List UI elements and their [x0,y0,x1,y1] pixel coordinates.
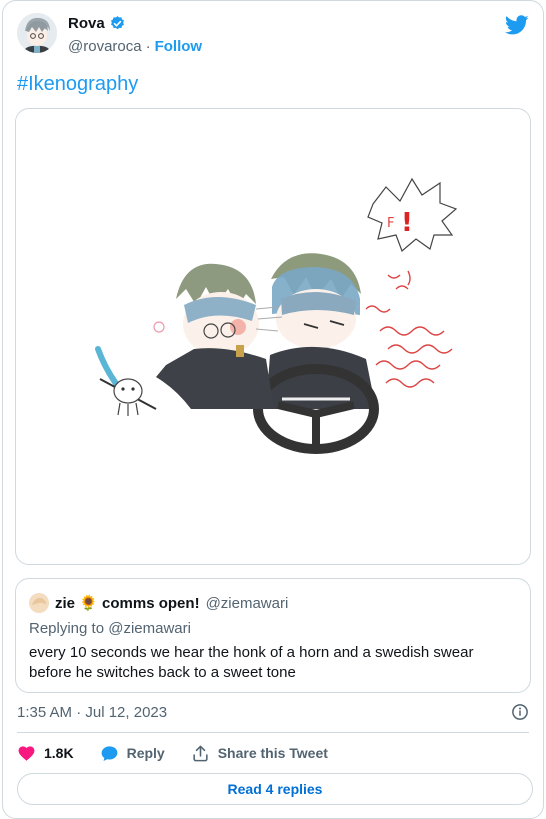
hashtag-link[interactable]: #Ikenography [17,73,138,96]
quoted-tweet-text: every 10 seconds we hear the honk of a h… [29,644,474,681]
quoted-tweet[interactable]: zie 🌻 comms open! @ziemawari Replying to… [15,578,531,693]
illustration-drawing: F ! [95,177,458,454]
reply-label: Reply [126,745,165,761]
action-bar: 1.8K Reply Share this Tweet [17,741,354,765]
quoted-name-part2: comms open! [102,595,200,612]
heart-icon [18,745,35,761]
replying-to: Replying to @ziemawari [29,620,191,637]
share-button[interactable]: Share this Tweet [191,744,328,763]
handle-separator: · [145,38,151,55]
like-count: 1.8K [44,745,74,761]
reply-bubble-icon [101,745,117,761]
quoted-author-name[interactable]: zie 🌻 comms open! [55,594,200,612]
sfx-exclamation: ! [401,208,413,238]
divider [17,732,529,733]
quoted-author-handle[interactable]: @ziemawari [206,595,289,612]
sunflower-emoji: 🌻 [79,595,98,612]
quoted-author-avatar[interactable] [29,593,49,613]
author-handle[interactable]: @rovaroca [68,38,142,55]
like-button[interactable]: 1.8K [17,744,74,763]
info-icon[interactable] [511,703,529,721]
sfx-letter: F [387,216,394,231]
quoted-name-part1: zie [55,595,76,612]
read-replies-button[interactable]: Read 4 replies [17,773,533,805]
author-name[interactable]: Rova [68,15,105,32]
share-icon [193,745,208,761]
verified-badge-icon [110,16,124,30]
author-avatar[interactable] [17,13,57,53]
twitter-bird-icon[interactable] [505,13,529,37]
share-label: Share this Tweet [217,745,328,761]
follow-button[interactable]: Follow [155,38,203,55]
tweet-image[interactable]: F ! [15,108,531,565]
reply-button[interactable]: Reply [100,744,165,763]
tweet-timestamp[interactable]: 1:35 AM · Jul 12, 2023 [17,704,167,721]
tweet-card: Rova @rovaroca · Follow #Ikenography F ! [2,0,544,819]
